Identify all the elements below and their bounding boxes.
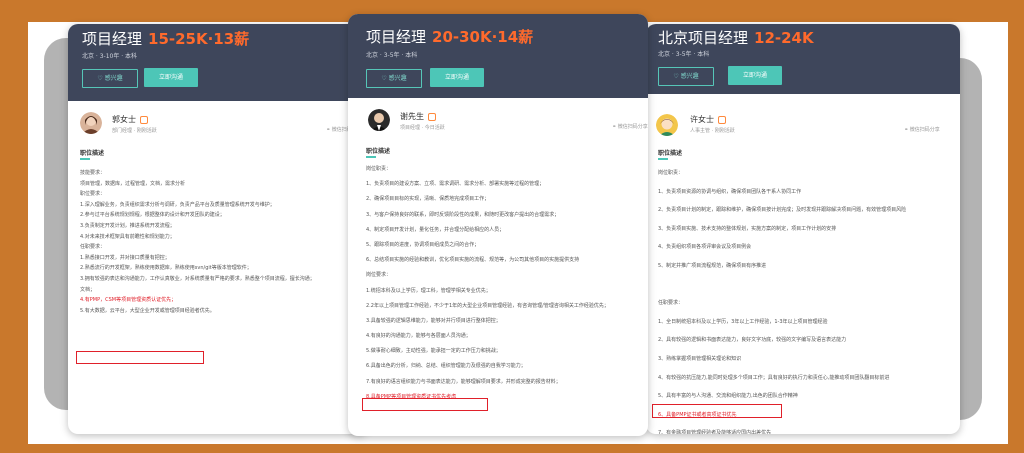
job-title: 项目经理 15-25K·13薪 <box>82 30 250 48</box>
desc-line: 3、熟练掌握项目管理相关理论和知识 <box>658 355 742 362</box>
section-underline <box>366 156 376 158</box>
desc-line: 4.有PMP，CSM等项目管理资质认证优先； <box>80 297 177 304</box>
desc-line: 任职要求： <box>80 244 106 251</box>
desc-line: 5.有大数据，云平台，大型企业开发或管理项目经验者优先。 <box>80 307 215 314</box>
verified-badge-icon <box>140 115 148 124</box>
job-card-header: 北京项目经理 12-24K 北京 · 3-5年 · 本科 ♡ 感兴趣 立即沟通 <box>646 24 960 94</box>
job-card-2[interactable]: 项目经理 20-30K·14薪 北京 · 3-5年 · 本科 ♡ 感兴趣 立即沟通… <box>348 14 648 436</box>
desc-line: 4、负责组织项目各项评审会议及项目例会 <box>658 244 752 251</box>
avatar <box>80 112 102 134</box>
desc-line: 7、有金融项目管理经验者及能够适应国内出差优先 <box>658 430 772 434</box>
recruiter-name: 郭女士 <box>112 114 148 125</box>
section-title: 职位描述 <box>658 150 683 157</box>
interested-button[interactable]: ♡ 感兴趣 <box>82 69 138 88</box>
job-card-header: 项目经理 20-30K·14薪 北京 · 3-5年 · 本科 ♡ 感兴趣 立即沟通 <box>348 14 648 98</box>
desc-line: 7.有良好的语言组织能力与书面表达能力，能够理解项目要求，并形成完整的报告材料； <box>366 378 561 385</box>
salary: 20-30K·14薪 <box>432 28 534 46</box>
desc-line: 1、负责项目资源的协调与组织，确保项目团队各干系人协同工作 <box>658 188 802 195</box>
desc-line: 5.做事耐心细致，主动性强，能承担一定的工作压力和挑战； <box>366 348 501 355</box>
avatar <box>368 109 390 131</box>
desc-line: 5、制定并推广项目流程规范，确保项目有序推进 <box>658 262 767 269</box>
interested-button[interactable]: ♡ 感兴趣 <box>366 69 422 88</box>
verified-badge-icon <box>428 112 436 121</box>
stage: 项目经理 15-25K·13薪 北京 · 3-10年 · 本科 ♡ 感兴趣 立即沟… <box>0 0 1024 453</box>
desc-line: 岗位职责： <box>658 170 684 176</box>
desc-line: 4.对未来技术框架具有前瞻性和规划能力； <box>80 233 175 240</box>
recruiter-role: 部门经理 · 刚刚活跃 <box>112 128 157 134</box>
desc-line: 2、具有较强的逻辑和书面表达能力，良好文字功底，较强的文字编写及语言表达能力 <box>658 337 847 344</box>
job-title: 北京项目经理 12-24K <box>658 29 814 47</box>
desc-line: 5、具有丰富的与人沟通、交流和组织能力,出色的团队合作精神 <box>658 393 798 400</box>
desc-line: 3、与客户保持良好的联系，即时反馈阶段性的成果，和随时更改客户提出的合理需求； <box>366 211 560 218</box>
job-description: 技能要求： 项目管理，数据库，过程管理，文档，需求分析 职位要求： 1.深入理解… <box>80 168 315 316</box>
job-description: 岗位职责： 1、负责项目的建设方案、立项、需求调研、需求分析、部署实施等过程的管… <box>366 162 609 405</box>
desc-line: 技能要求： <box>80 170 106 176</box>
interested-button[interactable]: ♡ 感兴趣 <box>658 67 714 86</box>
desc-line: 2.参与过平台系统规划规程，根据整体的设计和开发团队的建设； <box>80 212 225 219</box>
salary: 15-25K·13薪 <box>148 30 250 48</box>
desc-line: 1、负责项目的建设方案、立项、需求调研、需求分析、部署实施等过程的管理； <box>366 181 545 188</box>
chat-now-button[interactable]: 立即沟通 <box>144 68 198 87</box>
desc-line: 文档； <box>80 286 96 293</box>
job-title: 项目经理 20-30K·14薪 <box>366 28 534 46</box>
desc-line: 3、负责项目实施、技术支持的整体规划，实施方案的制定，项目工作计划的安排 <box>658 225 837 232</box>
job-meta: 北京 · 3-5年 · 本科 <box>658 51 710 58</box>
desc-line: 岗位职责： <box>366 166 392 172</box>
highlight-box <box>362 398 488 411</box>
wechat-share[interactable]: ⚭ 微信扫码分享 <box>904 126 940 133</box>
desc-line: 2.2年以上项目管理工作经验，不少于1年的大型企业项目管理经验，有咨询管理/管理… <box>366 302 609 309</box>
section-title: 职位描述 <box>80 150 105 157</box>
recruiter-role: 项目经理 · 今日活跃 <box>400 125 445 131</box>
verified-badge-icon <box>718 115 726 124</box>
section-title: 职位描述 <box>366 148 391 155</box>
desc-line <box>658 276 906 295</box>
desc-line: 项目管理，数据库，过程管理，文档，需求分析 <box>80 180 186 187</box>
desc-line: 职位要求： <box>80 191 106 198</box>
desc-line: 3.负责制定开发计划，推进系统开发流程； <box>80 222 175 229</box>
salary: 12-24K <box>754 29 814 47</box>
job-description: 岗位职责： 1、负责项目资源的协调与组织，确保项目团队各干系人协同工作 2、负责… <box>658 164 906 434</box>
desc-line: 3.拥有较强的表达和沟通能力，工作认真敬业，对系统质量有严格的要求，熟悉整个项目… <box>80 275 315 282</box>
avatar <box>656 114 678 136</box>
desc-line: 3.具备较强的逻辑思维能力，能够对并行项目进行整体把控； <box>366 317 501 324</box>
recruiter-name: 许女士 <box>690 114 726 125</box>
desc-line: 1、全日制统招本科及以上学历，3年以上工作经验，1-3年以上项目管理经验 <box>658 318 828 325</box>
desc-line: 岗位要求： <box>366 272 392 279</box>
desc-line: 1.深入理解业务，负责组织需求分析与调研，负责产品平台及质量管理系统开发与维护； <box>80 201 275 208</box>
job-card-3[interactable]: 北京项目经理 12-24K 北京 · 3-5年 · 本科 ♡ 感兴趣 立即沟通 许… <box>646 24 960 434</box>
job-meta: 北京 · 3-5年 · 本科 <box>366 52 418 59</box>
desc-line: 4、有较强的抗压能力,能同时处理多个项目工作；具有良好的执行力和责任心,能推动项… <box>658 374 890 381</box>
recruiter-name: 谢先生 <box>400 111 436 122</box>
desc-line: 任职要求： <box>658 300 684 307</box>
highlight-box <box>652 404 782 418</box>
highlight-box <box>76 351 204 364</box>
wechat-share[interactable]: ⚭ 微信扫码分享 <box>612 123 648 130</box>
chat-now-button[interactable]: 立即沟通 <box>728 66 782 85</box>
job-card-1[interactable]: 项目经理 15-25K·13薪 北京 · 3-10年 · 本科 ♡ 感兴趣 立即沟… <box>68 24 368 434</box>
recruiter-role: 人事主管 · 刚刚活跃 <box>690 128 735 134</box>
section-underline <box>80 158 90 160</box>
job-card-header: 项目经理 15-25K·13薪 北京 · 3-10年 · 本科 ♡ 感兴趣 立即沟… <box>68 24 368 101</box>
desc-line: 2.熟悉流行的开发框架，熟练使用数据库，熟练使用svn/git等版本管理软件； <box>80 265 252 272</box>
desc-line: 6.具备出色的分析，归纳、总结、组织管理能力及很强的自我学习能力； <box>366 363 526 370</box>
desc-line: 1.熟悉接口开发，并对接口质量有把控； <box>80 254 170 261</box>
desc-line: 2、负责项目计划的制定，跟踪和维护，确保项目按计划完成；及时发现并跟踪解决项目问… <box>658 207 907 214</box>
desc-line: 6、总结项目实施的经验和教训，优化项目实施的流程、规范等，为公司其他项目的实施提… <box>366 257 580 264</box>
desc-line: 2、确保项目目标的实现，清晰、保质地完成项目工作； <box>366 196 490 203</box>
chat-now-button[interactable]: 立即沟通 <box>430 68 484 87</box>
job-meta: 北京 · 3-10年 · 本科 <box>82 53 138 60</box>
section-underline <box>658 158 668 160</box>
desc-line: 5、跟踪项目的进度，协调项目组成员之间的合作； <box>366 241 480 248</box>
desc-line: 4、制定项目开发计划，量化任务，并合理分配给相应的人员； <box>366 226 505 233</box>
desc-line: 1.统招本科及以上学历，理工科，管理学相关专业优先； <box>366 287 491 294</box>
desc-line: 4.有良好的沟通能力，能够与各层面人员沟通； <box>366 333 471 340</box>
